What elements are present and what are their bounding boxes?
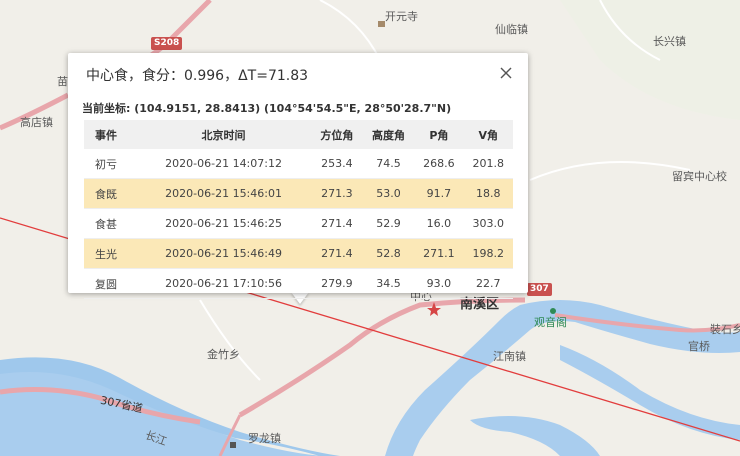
road-shield-s208: S208: [151, 37, 183, 50]
cell-altitude: 34.5: [362, 268, 415, 299]
map-label-jiangnanzhen: 江南镇: [493, 350, 526, 363]
cell-v-angle: 18.8: [463, 178, 513, 209]
cell-time: 2020-06-21 15:46:01: [136, 178, 312, 209]
cell-v-angle: 198.2: [463, 238, 513, 269]
cell-altitude: 74.5: [362, 149, 415, 179]
cell-p-angle: 16.0: [414, 208, 464, 239]
table-row: 复圆 2020-06-21 17:10:56 279.9 34.5 93.0 22.7: [84, 268, 513, 299]
map-label-luolongzhen: 罗龙镇: [248, 432, 281, 445]
map-label-nanxiqu: 南溪区: [460, 297, 500, 312]
cell-event: 生光: [84, 238, 136, 269]
cell-time: 2020-06-21 17:10:56: [136, 268, 312, 299]
table-row: 初亏 2020-06-21 14:07:12 253.4 74.5 268.6 201.8: [84, 149, 513, 179]
close-icon[interactable]: [498, 65, 514, 81]
table-row: 生光 2020-06-21 15:46:49 271.4 52.8 271.1 198.2: [84, 238, 513, 269]
column-header-time: 北京时间: [136, 120, 312, 149]
cell-time: 2020-06-21 15:46:25: [136, 208, 312, 239]
cell-azimuth: 253.4: [311, 149, 363, 179]
cell-time: 2020-06-21 14:07:12: [136, 149, 312, 179]
cell-azimuth: 279.9: [311, 268, 363, 299]
cell-altitude: 52.9: [362, 208, 415, 239]
cell-p-angle: 91.7: [414, 178, 464, 209]
eclipse-info-popup: 中心食，食分：0.996，ΔT=71.83 当前坐标: (104.9151, 2…: [68, 53, 528, 299]
guanyinge-marker: [550, 308, 556, 314]
cell-azimuth: 271.4: [311, 238, 363, 269]
cell-p-angle: 271.1: [414, 238, 464, 269]
map-label-zhuangshi: 裝石乡: [710, 323, 740, 336]
cell-event: 复圆: [84, 268, 136, 299]
map-label-xianlinzhen: 仙临镇: [495, 23, 528, 36]
cell-altitude: 53.0: [362, 178, 415, 209]
cell-p-angle: 93.0: [414, 268, 464, 299]
column-header-v-angle: V角: [463, 120, 513, 149]
map-label-liubinzhongxinxiao: 留宾中心校: [672, 170, 727, 183]
map-label-guanqiao: 官桥: [688, 340, 710, 353]
cell-azimuth: 271.3: [311, 178, 363, 209]
cell-time: 2020-06-21 15:46:49: [136, 238, 312, 269]
cell-event: 初亏: [84, 149, 136, 179]
table-row: 食既 2020-06-21 15:46:01 271.3 53.0 91.7 18.8: [84, 178, 513, 209]
map-label-guanyinge: 观音阁: [534, 316, 567, 329]
cell-azimuth: 271.4: [311, 208, 363, 239]
popup-title: 中心食，食分：0.996，ΔT=71.83: [86, 68, 309, 84]
cell-p-angle: 268.6: [414, 149, 464, 179]
column-header-altitude: 高度角: [362, 120, 415, 149]
cell-event: 食既: [84, 178, 136, 209]
column-header-azimuth: 方位角: [311, 120, 363, 149]
column-header-p-angle: P角: [414, 120, 464, 149]
map-label-miao: 苗: [57, 75, 68, 88]
table-row: 食甚 2020-06-21 15:46:25 271.4 52.9 16.0 303.0: [84, 208, 513, 239]
current-coordinates: 当前坐标: (104.9151, 28.8413) (104°54'54.5"E…: [82, 102, 452, 115]
map-label-jinzhuxiang: 金竹乡: [207, 348, 240, 361]
cell-v-angle: 303.0: [463, 208, 513, 239]
eclipse-events-table: 事件 北京时间 方位角 高度角 P角 V角 初亏 2020-06-21 14:07…: [84, 120, 513, 299]
map-label-kaiyuansi: 开元寺: [385, 10, 418, 23]
map-label-gaodianzhen: 高店镇: [20, 116, 53, 129]
cell-event: 食甚: [84, 208, 136, 239]
cell-altitude: 52.8: [362, 238, 415, 269]
cell-v-angle: 201.8: [463, 149, 513, 179]
luolong-marker: [230, 442, 236, 448]
column-header-event: 事件: [84, 120, 136, 149]
kaiyuansi-marker: [378, 21, 385, 27]
map-label-changxingzhen: 长兴镇: [653, 35, 686, 48]
cell-v-angle: 22.7: [463, 268, 513, 299]
road-shield-307: 307: [527, 283, 552, 296]
